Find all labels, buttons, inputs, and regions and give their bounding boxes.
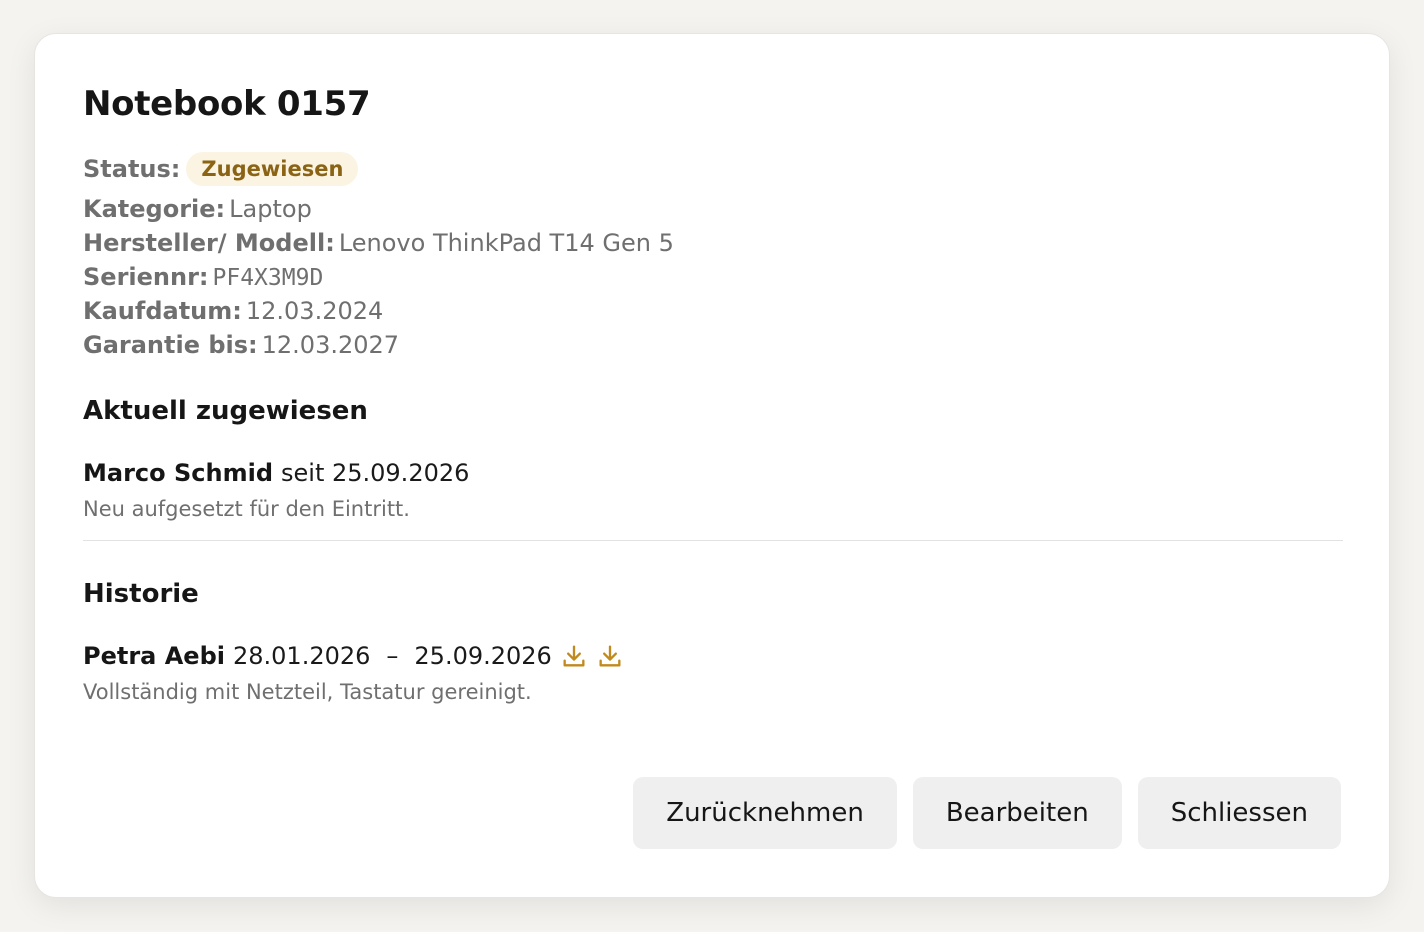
detail-serial: Seriennr: PF4X3M9D [83, 260, 1341, 294]
status-badge: Zugewiesen [186, 152, 359, 186]
assignment-note: Neu aufgesetzt für den Eintritt. [83, 497, 410, 521]
asset-detail-dialog: Notebook 0157 Status: Zugewiesen Kategor… [34, 33, 1390, 898]
page-title: Notebook 0157 [83, 84, 371, 124]
history-from: 28.01.2026 [232, 642, 371, 670]
current-assignment: Marco Schmid seit 25.09.2026 Neu aufgese… [83, 456, 1341, 524]
download-icon[interactable] [596, 642, 624, 670]
detail-value: 12.03.2024 [245, 297, 384, 325]
assignee-name: Marco Schmid [83, 459, 273, 487]
current-assignment-title: Aktuell zugewiesen [83, 396, 368, 426]
detail-value: 12.03.2027 [261, 331, 400, 359]
current-assignment-line: Marco Schmid seit 25.09.2026 [83, 456, 1341, 490]
history-separator: – [386, 642, 399, 670]
history-entry: Petra Aebi 28.01.2026 – 25.09.2026 Volls… [83, 639, 1341, 707]
detail-value: Lenovo ThinkPad T14 Gen 5 [338, 229, 674, 257]
download-icon[interactable] [560, 642, 588, 670]
status-label: Status: [83, 155, 181, 183]
revoke-button[interactable]: Zurücknehmen [633, 777, 897, 849]
detail-label: Seriennr: [83, 263, 209, 291]
detail-value: Laptop [229, 195, 312, 223]
detail-label: Kaufdatum: [83, 297, 242, 325]
detail-manufacturer-model: Hersteller/ Modell: Lenovo ThinkPad T14 G… [83, 226, 1341, 260]
history-title: Historie [83, 579, 199, 609]
history-entry-line: Petra Aebi 28.01.2026 – 25.09.2026 [83, 639, 1341, 673]
detail-label: Garantie bis: [83, 331, 258, 359]
history-person: Petra Aebi [83, 642, 225, 670]
detail-label: Kategorie: [83, 195, 226, 223]
detail-warranty: Garantie bis: 12.03.2027 [83, 328, 1341, 362]
close-button[interactable]: Schliessen [1137, 777, 1341, 849]
history-note: Vollständig mit Netzteil, Tastatur gerei… [83, 680, 532, 704]
detail-category: Kategorie: Laptop [83, 192, 1341, 226]
history-to: 25.09.2026 [414, 642, 552, 670]
edit-button[interactable]: Bearbeiten [912, 777, 1122, 849]
status-row: Status: Zugewiesen [83, 150, 1341, 188]
asset-details: Kategorie: Laptop Hersteller/ Modell: Leno… [83, 192, 1341, 362]
assigned-since: seit 25.09.2026 [281, 459, 470, 487]
dialog-actions: Zurücknehmen Bearbeiten Schliessen [633, 777, 1341, 849]
divider [83, 540, 1343, 541]
detail-value: PF4X3M9D [212, 265, 324, 291]
detail-purchase-date: Kaufdatum: 12.03.2024 [83, 294, 1341, 328]
detail-label: Hersteller/ Modell: [83, 229, 335, 257]
